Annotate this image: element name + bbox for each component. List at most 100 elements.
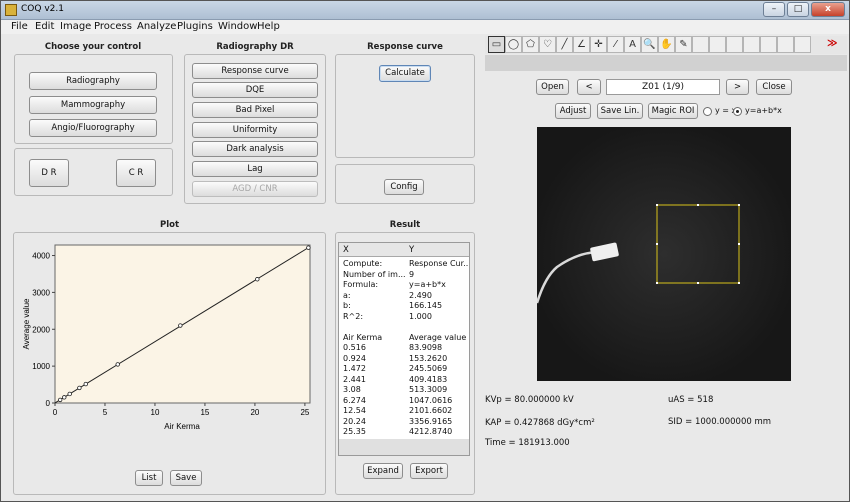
menu-edit[interactable]: Edit — [35, 21, 54, 32]
cable — [535, 250, 598, 304]
cell-y: 9 — [409, 269, 415, 279]
angio-fluorography-button[interactable]: Angio/Fluorography — [29, 119, 157, 137]
uas-label: uAS = 518 — [668, 395, 714, 405]
table-row[interactable]: 25.35 4212.8740 — [339, 427, 469, 438]
next-slice-button[interactable]: > — [726, 79, 749, 95]
save-plot-button[interactable]: Save — [170, 470, 202, 486]
text-icon[interactable]: A — [624, 36, 641, 53]
kvp-label: KVp = 80.000000 kV — [485, 395, 574, 405]
table-row[interactable]: Air Kerma Average value — [339, 333, 469, 344]
mammography-button[interactable]: Mammography — [29, 96, 157, 114]
x-tick-label: 25 — [300, 408, 309, 417]
magic-roi-button[interactable]: Magic ROI — [648, 103, 698, 119]
response-curve-button[interactable]: Response curve — [192, 63, 318, 79]
table-row[interactable]: 1.472 245.5069 — [339, 364, 469, 375]
table-row[interactable]: 12.54 2101.6602 — [339, 406, 469, 417]
y-tick-label: 4000 — [32, 252, 50, 261]
roi-rectangle[interactable] — [656, 204, 740, 284]
table-row[interactable]: 0.924 153.2620 — [339, 354, 469, 365]
response-header: Response curve — [367, 42, 443, 52]
table-row[interactable]: 2.441 409.4183 — [339, 375, 469, 386]
table-row[interactable]: 20.24 3356.9165 — [339, 417, 469, 428]
config-button[interactable]: Config — [384, 179, 424, 195]
result-table-header: X Y — [339, 243, 469, 257]
menu-process[interactable]: Process — [94, 21, 132, 32]
dropper-icon[interactable]: ✎ — [675, 36, 692, 53]
empty-tool-slot — [743, 36, 760, 53]
rect-icon[interactable]: ▭ — [488, 36, 505, 53]
table-row[interactable] — [339, 322, 469, 333]
calculate-button[interactable]: Calculate — [379, 65, 431, 82]
empty-tool-slot — [709, 36, 726, 53]
cell-x: 3.08 — [343, 385, 361, 394]
close-window-button[interactable]: x — [811, 2, 845, 17]
table-row[interactable]: 3.08 513.3009 — [339, 385, 469, 396]
minimize-button[interactable]: – — [763, 2, 785, 17]
table-row[interactable]: Formula: y=a+b*x — [339, 280, 469, 291]
cell-y: Average value — [409, 332, 467, 342]
y-tick-label: 0 — [46, 399, 51, 408]
x-axis-label: Air Kerma — [164, 422, 200, 431]
menu-plugins[interactable]: Plugins — [177, 21, 213, 32]
table-row[interactable]: a: 2.490 — [339, 291, 469, 302]
radio-linear-fit-label: y=a+b*x — [745, 106, 782, 115]
freehand-icon[interactable]: ♡ — [539, 36, 556, 53]
xray-image[interactable] — [535, 127, 791, 381]
data-point — [83, 381, 88, 387]
table-row[interactable]: b: 166.145 — [339, 301, 469, 312]
adjust-button[interactable]: Adjust — [555, 103, 591, 119]
plot-header: Plot — [159, 220, 180, 230]
x-tick-label: 0 — [53, 408, 58, 417]
radio-linear-fit[interactable] — [733, 107, 742, 116]
cell-x: 2.441 — [343, 374, 366, 384]
wand-icon[interactable]: ⁄ — [607, 36, 624, 53]
angle-icon[interactable]: ∠ — [573, 36, 590, 53]
magnifier-icon[interactable]: 🔍 — [641, 36, 658, 53]
table-row[interactable]: 6.274 1047.0616 — [339, 396, 469, 407]
export-button[interactable]: Export — [410, 463, 448, 479]
table-row[interactable]: Compute: Response Cur... — [339, 259, 469, 270]
radio-identity[interactable] — [703, 107, 712, 116]
cell-x: Air Kerma — [343, 332, 383, 342]
menu-file[interactable]: File — [11, 21, 28, 32]
column-y-header: Y — [409, 245, 415, 255]
table-row[interactable]: 0.516 83.9098 — [339, 343, 469, 354]
save-lin-button[interactable]: Save Lin. — [597, 103, 643, 119]
polygon-icon[interactable]: ⬠ — [522, 36, 539, 53]
menu-help[interactable]: Help — [257, 21, 280, 32]
table-row[interactable]: Number of im... 9 — [339, 270, 469, 281]
menu-image[interactable]: Image — [60, 21, 91, 32]
x-tick-label: 10 — [151, 408, 160, 417]
more-tools-button[interactable]: ≫ — [827, 38, 837, 49]
menu-window[interactable]: Window — [218, 21, 257, 32]
bad-pixel-button[interactable]: Bad Pixel — [192, 102, 318, 118]
dosimeter-probe — [590, 242, 619, 262]
window-title: COQ v2.1 — [21, 4, 64, 14]
line-icon[interactable]: ╱ — [556, 36, 573, 53]
lag-button[interactable]: Lag — [192, 161, 318, 177]
cell-x: Compute: — [343, 259, 383, 268]
uniformity-button[interactable]: Uniformity — [192, 122, 318, 138]
radiography-button[interactable]: Radiography — [29, 72, 157, 90]
dark-analysis-button[interactable]: Dark analysis — [192, 141, 318, 157]
cell-x: R^2: — [343, 311, 364, 321]
menu-analyze[interactable]: Analyze — [137, 21, 176, 32]
y-tick-label: 2000 — [32, 325, 50, 334]
oval-icon[interactable]: ◯ — [505, 36, 522, 53]
list-button[interactable]: List — [135, 470, 163, 486]
close-image-button[interactable]: Close — [756, 79, 792, 95]
point-icon[interactable]: ✛ — [590, 36, 607, 53]
cell-x: 1.472 — [343, 364, 366, 373]
prev-slice-button[interactable]: < — [577, 79, 601, 95]
slice-field[interactable]: Z01 (1/9) — [606, 79, 720, 95]
cr-button[interactable]: C R — [116, 159, 156, 187]
expand-button[interactable]: Expand — [363, 463, 403, 479]
table-row[interactable]: R^2: 1.000 — [339, 312, 469, 323]
dqe-button[interactable]: DQE — [192, 82, 318, 98]
hand-icon[interactable]: ✋ — [658, 36, 675, 53]
maximize-button[interactable]: □ — [787, 2, 809, 17]
open-button[interactable]: Open — [536, 79, 569, 95]
dr-button[interactable]: D R — [29, 159, 69, 187]
cell-x: Formula: — [343, 280, 379, 289]
cell-y: 513.3009 — [409, 385, 448, 394]
